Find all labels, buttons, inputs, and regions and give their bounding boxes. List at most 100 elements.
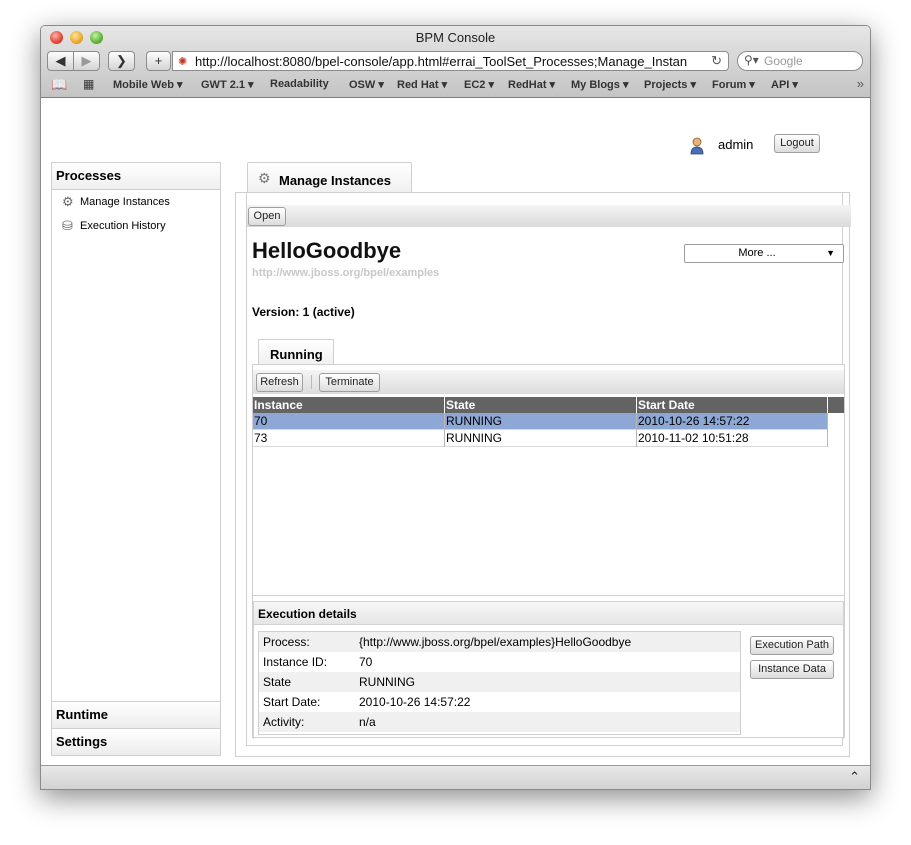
detail-key: State	[263, 675, 292, 689]
detail-key: Start Date:	[263, 695, 321, 709]
back-button[interactable]: ◀	[47, 51, 74, 71]
execution-path-button[interactable]: Execution Path	[750, 636, 834, 655]
instance-data-button[interactable]: Instance Data	[750, 660, 834, 679]
more-label: More ...	[738, 247, 776, 259]
tab-label: Manage Instances	[279, 173, 391, 188]
more-bookmarks-icon[interactable]: »	[857, 76, 864, 91]
gear-icon: ⚙	[62, 194, 74, 209]
detail-value: {http://www.jboss.org/bpel/examples}Hell…	[359, 635, 632, 649]
plus-icon: +	[154, 53, 163, 68]
bookmark-item[interactable]: My Blogs ▾	[571, 78, 628, 91]
bookmark-item[interactable]: API ▾	[771, 78, 798, 91]
gear-icon: ⚙	[258, 170, 271, 186]
table-row[interactable]: 73 RUNNING 2010-11-02 10:51:28	[253, 430, 828, 447]
running-panel: Refresh Terminate Instance State Start D…	[252, 364, 845, 739]
reload-icon[interactable]: ↻	[711, 53, 722, 69]
state-cell: RUNNING	[445, 413, 637, 430]
column-header-state[interactable]: State	[445, 397, 637, 413]
username-label: admin	[718, 137, 754, 152]
top-sites-grid-icon[interactable]: ▦	[83, 77, 94, 91]
address-bar[interactable]: ✺ http://localhost:8080/bpel-console/app…	[172, 51, 729, 71]
sidebar-section-settings[interactable]: Settings	[52, 728, 220, 755]
instances-toolbar: Refresh Terminate	[253, 370, 844, 394]
sidebar-title[interactable]: Processes	[52, 163, 220, 190]
detail-value: n/a	[359, 715, 376, 729]
sidebar-item-label: Manage Instances	[80, 196, 170, 208]
search-placeholder: Google	[764, 54, 803, 68]
detail-row: Process: {http://www.jboss.org/bpel/exam…	[259, 632, 740, 652]
terminate-button[interactable]: Terminate	[319, 373, 380, 392]
window-title: BPM Console	[415, 30, 496, 45]
bookmark-item[interactable]: EC2 ▾	[464, 78, 494, 91]
bookmark-item[interactable]: GWT 2.1 ▾	[201, 78, 254, 91]
instance-cell: 70	[253, 413, 445, 430]
detail-key: Process:	[263, 635, 310, 649]
search-icon: ⚲▾	[744, 53, 759, 67]
start-date-cell: 2010-11-02 10:51:28	[637, 430, 828, 447]
bookmark-item[interactable]: Projects ▾	[644, 78, 696, 91]
column-header-start-date[interactable]: Start Date	[637, 397, 828, 413]
detail-row: Start Date: 2010-10-26 14:57:22	[259, 692, 740, 712]
process-namespace: http://www.jboss.org/bpel/examples	[252, 267, 440, 279]
state-cell: RUNNING	[445, 430, 637, 447]
forward-button[interactable]: ▶	[73, 51, 100, 71]
more-dropdown[interactable]: More ... ▼	[684, 244, 844, 263]
bookmark-item[interactable]: Readability	[270, 78, 329, 90]
status-bar: ⌃	[41, 765, 870, 789]
sidebar: Processes ⚙ Manage Instances ⛁ Execution…	[51, 162, 221, 756]
table-header: Instance State Start Date	[253, 397, 844, 413]
version-label: Version: 1 (active)	[252, 305, 355, 319]
tab-manage-instances[interactable]: ⚙ Manage Instances	[247, 162, 412, 192]
sidebar-item-label: Execution History	[80, 220, 166, 232]
bookmark-item[interactable]: OSW ▾	[349, 78, 384, 91]
logout-button[interactable]: Logout	[774, 134, 820, 153]
main-panel: Open HelloGoodbye http://www.jboss.org/b…	[235, 192, 851, 757]
process-toolbar: Open	[247, 205, 851, 227]
details-header: Execution details	[254, 602, 843, 625]
tab-label: Running	[270, 347, 323, 362]
table-row[interactable]: 70 RUNNING 2010-10-26 14:57:22	[253, 413, 828, 430]
bookmarks-book-icon[interactable]: 📖	[51, 77, 67, 93]
process-title: HelloGoodbye	[252, 238, 402, 263]
column-header-spacer	[828, 397, 844, 413]
bookmark-item[interactable]: Mobile Web ▾	[113, 78, 183, 91]
refresh-button[interactable]: Refresh	[256, 373, 303, 392]
column-header-instance[interactable]: Instance	[253, 397, 445, 413]
start-date-cell: 2010-10-26 14:57:22	[637, 413, 828, 430]
forward-arrow-icon: ▶	[81, 53, 92, 68]
database-icon: ⛁	[62, 218, 73, 233]
detail-value: 2010-10-26 14:57:22	[359, 695, 471, 709]
detail-row: Instance ID: 70	[259, 652, 740, 672]
detail-value: 70	[359, 655, 373, 669]
bookmark-item[interactable]: RedHat ▾	[508, 78, 555, 91]
detail-value: RUNNING	[359, 675, 415, 689]
add-bookmark-button[interactable]: +	[146, 51, 171, 71]
bookmark-item[interactable]: Forum ▾	[712, 78, 755, 91]
details-table: Process: {http://www.jboss.org/bpel/exam…	[258, 631, 741, 735]
details-title: Execution details	[258, 607, 357, 621]
instances-view: Open HelloGoodbye http://www.jboss.org/b…	[246, 193, 851, 746]
detail-row: Activity: n/a	[259, 712, 740, 732]
detail-key: Instance ID:	[263, 655, 328, 669]
instance-cell: 73	[253, 430, 445, 447]
loading-spinner-icon: ✺	[178, 56, 188, 68]
collapse-icon[interactable]: ⌃	[849, 769, 860, 785]
back-arrow-icon: ◀	[55, 53, 66, 68]
url-text[interactable]: http://localhost:8080/bpel-console/app.h…	[195, 53, 700, 70]
instances-table: Instance State Start Date 70 RUNNING 201…	[253, 397, 844, 596]
search-field[interactable]: ⚲▾ Google	[737, 51, 863, 71]
user-icon	[690, 137, 704, 155]
go-button[interactable]: ❯	[108, 51, 135, 71]
bookmarks-bar: 📖 ▦ Mobile Web ▾ GWT 2.1 ▾ Readability O…	[41, 75, 870, 95]
execution-details: Execution details Process: {http://www.j…	[253, 601, 844, 739]
title-bar: BPM Console ◀ ▶ ❯ + ✺ http://localhost:8…	[41, 26, 870, 98]
sidebar-section-runtime[interactable]: Runtime	[52, 701, 220, 728]
tab-running[interactable]: Running	[258, 339, 334, 365]
browser-window: BPM Console ◀ ▶ ❯ + ✺ http://localhost:8…	[40, 25, 871, 790]
dropdown-arrow-icon: ▼	[826, 248, 835, 258]
bookmark-item[interactable]: Red Hat ▾	[397, 78, 447, 91]
detail-row: State RUNNING	[259, 672, 740, 692]
chevron-right-icon: ❯	[116, 53, 127, 68]
detail-key: Activity:	[263, 715, 305, 729]
open-button[interactable]: Open	[248, 207, 286, 226]
